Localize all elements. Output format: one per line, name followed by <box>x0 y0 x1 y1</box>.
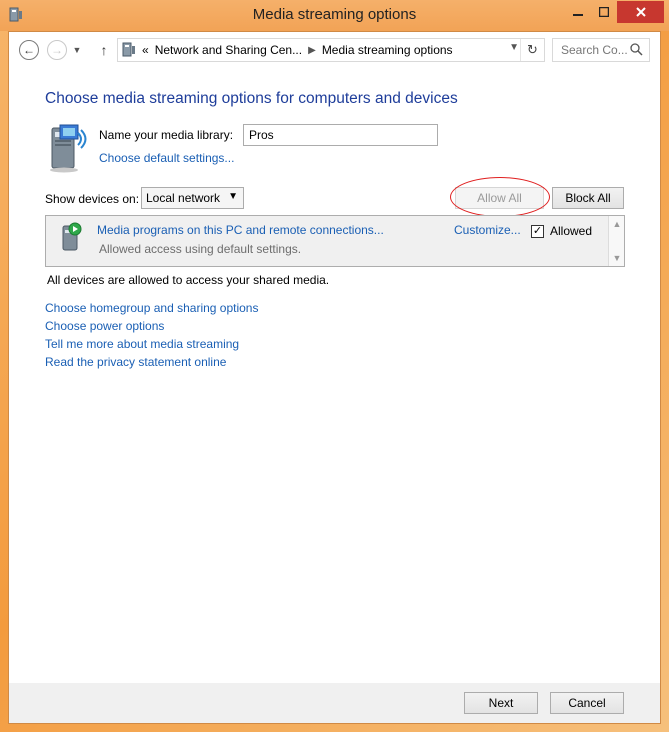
device-status: Allowed access using default settings. <box>99 242 302 256</box>
minimize-icon <box>573 14 583 16</box>
recent-locations-button[interactable]: ▼ <box>70 39 84 61</box>
cancel-button[interactable]: Cancel <box>550 692 624 714</box>
check-icon: ✓ <box>532 225 543 237</box>
allowed-label: Allowed <box>550 224 593 238</box>
back-button[interactable]: ← <box>18 39 40 61</box>
refresh-icon: ↻ <box>527 42 538 57</box>
address-dropdown-icon[interactable]: ▼ <box>509 42 519 53</box>
scroll-up-icon[interactable]: ▲ <box>609 219 625 229</box>
device-list-scrollbar[interactable]: ▲ ▼ <box>608 216 624 266</box>
breadcrumb-media-streaming[interactable]: Media streaming options <box>322 43 453 57</box>
control-panel-icon <box>122 42 135 57</box>
maximize-button[interactable] <box>591 1 617 23</box>
choose-default-settings-link[interactable]: Choose default settings... <box>99 151 234 165</box>
back-arrow-icon: ← <box>19 40 39 60</box>
maximize-icon <box>599 7 609 17</box>
scroll-down-icon[interactable]: ▼ <box>609 253 625 263</box>
media-streaming-help-link[interactable]: Tell me more about media streaming <box>45 337 239 351</box>
close-icon <box>635 7 646 17</box>
search-icon[interactable] <box>630 43 643 56</box>
breadcrumb-overflow[interactable]: « <box>142 43 149 57</box>
library-name-label: Name your media library: <box>99 128 234 142</box>
page-heading: Choose media streaming options for compu… <box>45 90 458 107</box>
show-devices-label: Show devices on: <box>45 192 140 206</box>
next-button[interactable]: Next <box>464 692 538 714</box>
show-devices-value: Local network <box>146 191 221 205</box>
device-title-link[interactable]: Media programs on this PC and remote con… <box>97 223 384 237</box>
power-options-link[interactable]: Choose power options <box>45 319 164 333</box>
navigation-bar: ← → ▼ ↑ « Network and Sharing Cen... ▶ M… <box>9 32 660 69</box>
address-bar[interactable]: « Network and Sharing Cen... ▶ Media str… <box>117 38 545 62</box>
homegroup-sharing-link[interactable]: Choose homegroup and sharing options <box>45 301 258 315</box>
device-list: Media programs on this PC and remote con… <box>45 215 625 267</box>
title-bar: Media streaming options <box>0 0 669 31</box>
block-all-button[interactable]: Block All <box>552 187 624 209</box>
allowed-checkbox[interactable]: ✓ <box>531 225 544 238</box>
up-arrow-icon: ↑ <box>100 42 108 58</box>
window-frame: ← → ▼ ↑ « Network and Sharing Cen... ▶ M… <box>8 31 661 724</box>
search-box[interactable]: Search Co... <box>552 38 650 62</box>
customize-link[interactable]: Customize... <box>454 223 521 237</box>
chevron-down-icon: ▼ <box>228 191 238 202</box>
search-input[interactable]: Search Co... <box>561 43 628 57</box>
chevron-down-icon: ▼ <box>72 45 82 55</box>
show-devices-select[interactable]: Local network ▼ <box>141 187 244 209</box>
refresh-button[interactable]: ↻ <box>520 39 544 61</box>
status-text: All devices are allowed to access your s… <box>47 273 330 287</box>
close-button[interactable] <box>617 1 664 23</box>
minimize-button[interactable] <box>565 1 591 23</box>
forward-arrow-icon: → <box>47 40 67 60</box>
breadcrumb-network-sharing[interactable]: Network and Sharing Cen... <box>155 43 302 57</box>
privacy-statement-link[interactable]: Read the privacy statement online <box>45 355 226 369</box>
footer-bar: Next Cancel <box>9 683 660 723</box>
media-device-icon <box>62 222 82 251</box>
forward-button[interactable]: → <box>46 39 68 61</box>
library-name-field[interactable]: Pros <box>243 124 438 146</box>
breadcrumb-separator-icon: ▶ <box>308 44 316 56</box>
up-button[interactable]: ↑ <box>93 39 115 61</box>
annotation-circle <box>450 177 550 217</box>
media-library-icon <box>50 124 87 173</box>
